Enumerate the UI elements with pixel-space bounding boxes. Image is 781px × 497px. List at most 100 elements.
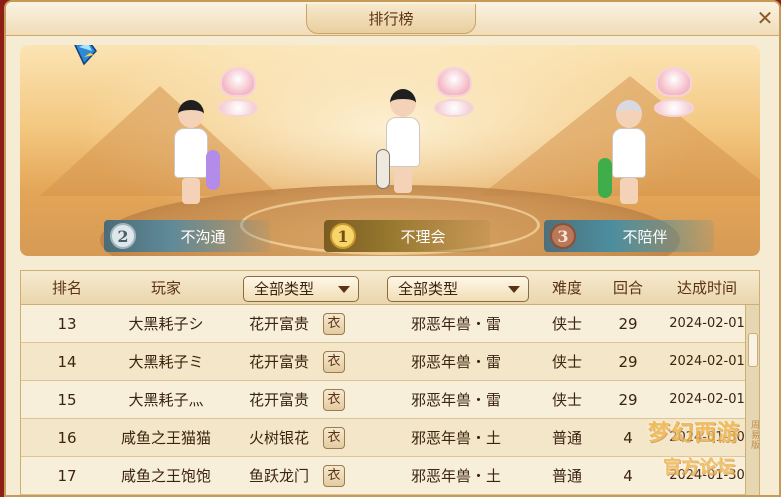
rank-3-badge: 3: [550, 223, 576, 249]
rank-cell: 15: [57, 391, 77, 409]
header-rank: 排名: [51, 279, 82, 297]
time-cell: 2024-02-01: [669, 354, 745, 369]
difficulty-cell: 侠士: [551, 315, 582, 333]
item-cell: 花开富贵: [248, 353, 309, 371]
second-place-name: 不沟通: [180, 227, 226, 246]
rounds-cell: 4: [623, 429, 633, 447]
title-bar: 排行榜 ✕: [6, 2, 779, 36]
third-place-character[interactable]: [598, 100, 658, 210]
character-legs: [182, 178, 200, 204]
header-player: 玩家: [150, 279, 181, 297]
armor-icon[interactable]: 衣: [323, 389, 345, 411]
tail-icon: [376, 149, 390, 189]
monster-cell: 邪恶年兽・土: [410, 429, 501, 447]
rank-cell: 14: [57, 353, 77, 371]
armor-icon[interactable]: 衣: [323, 313, 345, 335]
item-cell: 火树银花: [248, 429, 309, 447]
character-body: [612, 128, 646, 178]
first-place-pedestal: [432, 67, 476, 127]
difficulty-cell: 侠士: [551, 353, 582, 371]
monster-cell: 邪恶年兽・雷: [410, 353, 501, 371]
item-type-filter-label: 全部类型: [254, 280, 315, 298]
player-cell: 咸鱼之王饱饱: [120, 467, 211, 485]
podium-banner: 2 不沟通 1 不理会 3 不陪伴: [20, 45, 760, 256]
time-cell: 2024-02-01: [669, 392, 745, 407]
leaderboard-window: 排行榜 ✕ 2 不沟通 1 不理会 3 不陪伴 排名 玩家 全部类型 全部类型 …: [4, 0, 781, 497]
chevron-down-icon: [338, 286, 350, 293]
character-head: [178, 100, 204, 128]
time-cell: 2024-02-01: [669, 316, 745, 331]
pedestal-top: [220, 67, 256, 97]
third-place-pedestal: [652, 67, 696, 127]
staff-icon: [598, 158, 612, 198]
table-row[interactable]: 13 大黑耗子シ 花开富贵 衣 邪恶年兽・雷 侠士 29 2024-02-01: [21, 305, 755, 343]
monster-cell: 邪恶年兽・土: [410, 467, 501, 485]
armor-icon[interactable]: 衣: [323, 351, 345, 373]
rank-2-badge: 2: [110, 223, 136, 249]
scrollbar-thumb[interactable]: [748, 333, 758, 367]
header-difficulty: 难度: [551, 279, 582, 297]
difficulty-cell: 普通: [551, 429, 582, 447]
item-cell: 鱼跃龙门: [248, 467, 309, 485]
close-icon[interactable]: ✕: [753, 6, 777, 30]
rounds-cell: 29: [618, 315, 638, 333]
chevron-down-icon: [508, 286, 520, 293]
table-row[interactable]: 16 咸鱼之王猫猫 火树银花 衣 邪恶年兽・土 普通 4 2024-01-30: [21, 419, 755, 457]
item-type-filter[interactable]: 全部类型: [243, 276, 359, 302]
weapon-icon: [206, 150, 220, 190]
rounds-cell: 29: [618, 391, 638, 409]
rank-cell: 17: [57, 467, 77, 485]
player-cell: 咸鱼之王猫猫: [120, 429, 211, 447]
time-cell: 2024-01-30: [669, 468, 745, 483]
table-row[interactable]: 15 大黑耗子灬 花开富贵 衣 邪恶年兽・雷 侠士 29 2024-02-01: [21, 381, 755, 419]
second-place-pedestal: [216, 67, 260, 127]
third-place-name: 不陪伴: [622, 227, 668, 246]
player-cell: 大黑耗子シ: [128, 315, 204, 333]
time-cell: 2024-01-30: [669, 430, 745, 445]
monster-cell: 邪恶年兽・雷: [410, 391, 501, 409]
first-place-character[interactable]: [372, 89, 432, 199]
pedestal-base: [434, 99, 474, 117]
table-row[interactable]: 14 大黑耗子ミ 花开富贵 衣 邪恶年兽・雷 侠士 29 2024-02-01: [21, 343, 755, 381]
difficulty-cell: 普通: [551, 467, 582, 485]
header-time: 达成时间: [676, 279, 737, 297]
character-body: [174, 128, 208, 178]
gem-icon: [74, 45, 97, 66]
third-place-plate[interactable]: 3 不陪伴: [544, 220, 714, 252]
armor-icon[interactable]: 衣: [323, 427, 345, 449]
pedestal-top: [436, 67, 472, 97]
second-place-plate[interactable]: 2 不沟通: [104, 220, 270, 252]
rounds-cell: 4: [623, 467, 633, 485]
table-body: 13 大黑耗子シ 花开富贵 衣 邪恶年兽・雷 侠士 29 2024-02-01 …: [21, 305, 755, 495]
character-legs: [394, 167, 412, 193]
pedestal-base: [218, 99, 258, 117]
second-place-character[interactable]: [160, 100, 220, 210]
character-head: [616, 100, 642, 128]
table-header: 排名 玩家 全部类型 全部类型 难度 回合 达成时间: [21, 271, 759, 305]
character-head: [390, 89, 416, 117]
character-body: [386, 117, 420, 167]
difficulty-cell: 侠士: [551, 391, 582, 409]
rank-1-badge: 1: [330, 223, 356, 249]
first-place-name: 不理会: [400, 227, 446, 246]
table-row[interactable]: 17 咸鱼之王饱饱 鱼跃龙门 衣 邪恶年兽・土 普通 4 2024-01-30: [21, 457, 755, 495]
ranking-table: 排名 玩家 全部类型 全部类型 难度 回合 达成时间 13 大黑耗子シ 花开富贵…: [20, 270, 760, 495]
monster-type-filter[interactable]: 全部类型: [387, 276, 529, 302]
monster-type-filter-label: 全部类型: [398, 280, 459, 298]
header-rounds: 回合: [612, 279, 643, 297]
pedestal-top: [656, 67, 692, 97]
table-scrollbar[interactable]: [745, 305, 759, 495]
rounds-cell: 29: [618, 353, 638, 371]
item-cell: 花开富贵: [248, 391, 309, 409]
monster-cell: 邪恶年兽・雷: [410, 315, 501, 333]
player-cell: 大黑耗子ミ: [128, 353, 204, 371]
player-cell: 大黑耗子灬: [128, 391, 204, 409]
armor-icon[interactable]: 衣: [323, 465, 345, 487]
pedestal-base: [654, 99, 694, 117]
first-place-plate[interactable]: 1 不理会: [324, 220, 490, 252]
window-title: 排行榜: [306, 4, 476, 34]
rank-cell: 13: [57, 315, 77, 333]
rank-cell: 16: [57, 429, 77, 447]
item-cell: 花开富贵: [248, 315, 309, 333]
character-legs: [620, 178, 638, 204]
